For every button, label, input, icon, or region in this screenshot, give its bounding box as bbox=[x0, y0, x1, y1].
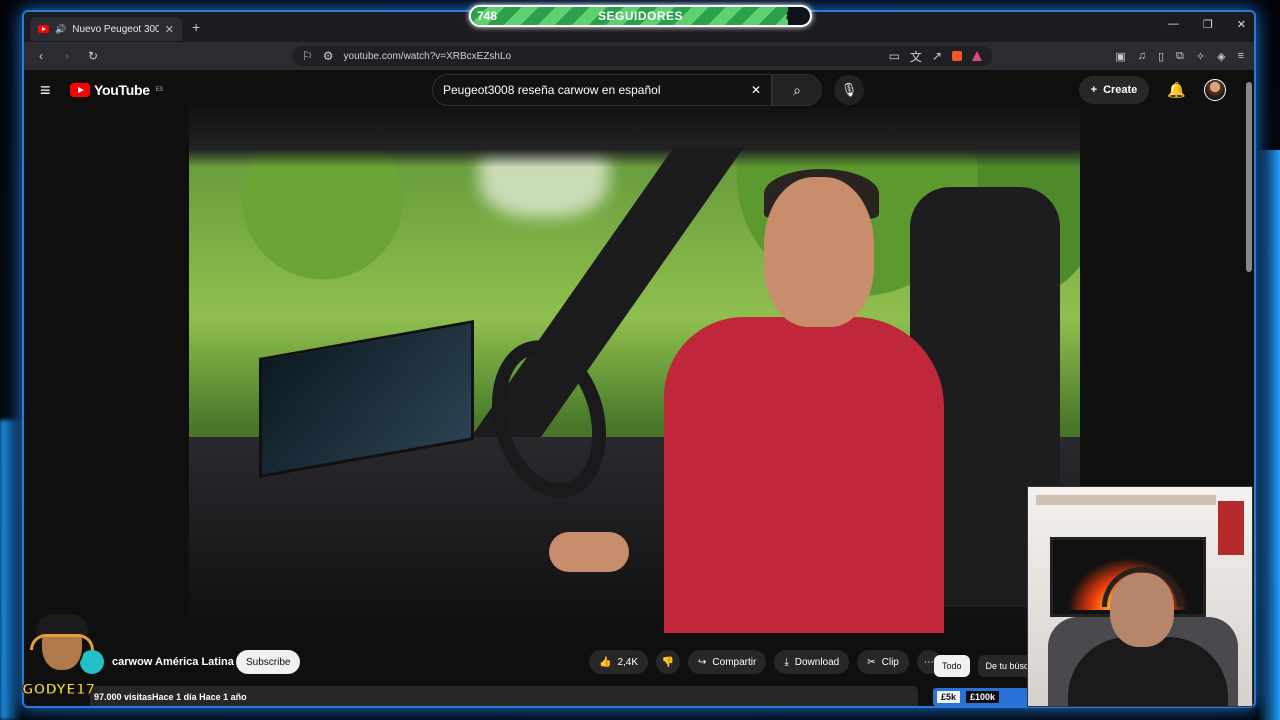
create-button[interactable]: + Create bbox=[1078, 76, 1150, 104]
forward-icon[interactable]: › bbox=[60, 49, 74, 63]
clear-search-icon[interactable]: ✕ bbox=[751, 83, 761, 97]
leo-ai-icon[interactable]: ✧ bbox=[1196, 50, 1205, 63]
scissors-icon: ✂ bbox=[867, 656, 876, 668]
youtube-logo[interactable]: YouTube ES bbox=[70, 82, 163, 98]
header-actions: + Create 🔔 bbox=[1078, 76, 1226, 104]
account-avatar[interactable] bbox=[1204, 79, 1226, 101]
share-icon: ↪ bbox=[698, 656, 707, 668]
streamer-logo: GODYE17 bbox=[22, 612, 102, 708]
share-button[interactable]: ↪ Compartir bbox=[688, 650, 767, 674]
browser-menu-icon[interactable]: ≡ bbox=[1238, 50, 1244, 63]
video-actions: 👍 2,4K 👎 ↪ Compartir ⤓ Download ✂ Clip ⋯ bbox=[589, 650, 941, 674]
related-badge-100k: £100k bbox=[966, 691, 1000, 703]
related-filter-chips: Todo De tu búsq bbox=[934, 655, 1038, 677]
cast-icon[interactable]: ▭ bbox=[889, 49, 900, 63]
rewards-icon[interactable] bbox=[972, 51, 982, 61]
related-badge-5k: £5k bbox=[937, 691, 961, 703]
sidebar-icon[interactable]: ▯ bbox=[1158, 50, 1164, 63]
dislike-button[interactable]: 👎 bbox=[656, 650, 681, 674]
download-button[interactable]: ⤓ Download bbox=[774, 650, 850, 674]
webcam-shelf bbox=[1036, 495, 1216, 505]
new-tab-button[interactable]: + bbox=[192, 19, 200, 35]
window-controls: — ❐ ✕ bbox=[1168, 18, 1246, 31]
clip-button[interactable]: ✂ Clip bbox=[857, 650, 909, 674]
speaker-icon: 🔊 bbox=[55, 23, 67, 34]
follower-goal: 800 bbox=[785, 9, 806, 23]
page-scrollbar[interactable] bbox=[1246, 82, 1252, 272]
thumbs-up-icon: 👍 bbox=[599, 656, 612, 668]
search-bar: Peugeot3008 reseña carwow en español ✕ ⌕… bbox=[432, 74, 864, 106]
follower-count: 748 bbox=[477, 9, 498, 23]
chip-all[interactable]: Todo bbox=[934, 655, 970, 677]
search-button[interactable]: ⌕ bbox=[772, 74, 822, 106]
tab-close-icon[interactable]: ✕ bbox=[165, 23, 174, 36]
reload-icon[interactable]: ↻ bbox=[86, 49, 100, 63]
video-player[interactable] bbox=[189, 107, 1080, 633]
search-input[interactable]: Peugeot3008 reseña carwow en español ✕ bbox=[432, 74, 772, 106]
streamer-logo-cap bbox=[36, 614, 88, 636]
share-label: Compartir bbox=[712, 656, 757, 668]
wallet-icon[interactable]: ▣ bbox=[1115, 50, 1125, 63]
description-box[interactable]: 97.000 visitasHace 1 día Hace 1 año bbox=[90, 686, 918, 706]
thumbs-down-icon: 👎 bbox=[661, 656, 675, 668]
search-query: Peugeot3008 reseña carwow en español bbox=[443, 83, 661, 97]
restore-icon[interactable]: ❐ bbox=[1203, 18, 1213, 31]
url-text: youtube.com/watch?v=XRBcxEZshLo bbox=[343, 50, 512, 62]
neon-glow-right bbox=[1258, 150, 1280, 720]
subscribe-button[interactable]: Subscribe bbox=[236, 650, 301, 674]
vpn-icon[interactable]: ◈ bbox=[1217, 50, 1225, 63]
follower-goal-label: SEGUIDORES bbox=[597, 9, 683, 23]
extensions-icon[interactable]: ⧉ bbox=[1176, 50, 1184, 63]
close-window-icon[interactable]: ✕ bbox=[1237, 18, 1246, 31]
stream-stage: 🔊 Nuevo Peugeot 3008 reseña ✕ + — ❐ ✕ ‹ … bbox=[0, 0, 1280, 720]
brave-shield-icon[interactable] bbox=[952, 51, 962, 61]
create-label: Create bbox=[1103, 84, 1138, 96]
youtube-favicon-icon bbox=[38, 25, 49, 33]
headphones-icon bbox=[30, 634, 94, 650]
webcam-feed bbox=[1027, 486, 1253, 707]
address-bar: ‹ › ↻ ⚐ ⚙ youtube.com/watch?v=XRBcxEZshL… bbox=[24, 42, 1254, 70]
youtube-header: ≡ YouTube ES Peugeot3008 reseña carwow e… bbox=[24, 70, 1254, 110]
region-code: ES bbox=[155, 87, 164, 93]
webcam-poster bbox=[1218, 501, 1244, 555]
music-icon[interactable]: ♫ bbox=[1138, 50, 1146, 63]
clip-label: Clip bbox=[881, 656, 899, 668]
streamer-name: GODYE17 bbox=[22, 682, 96, 699]
channel-name[interactable]: carwow América Latina bbox=[112, 656, 234, 668]
minimize-icon[interactable]: — bbox=[1168, 18, 1179, 31]
browser-toolbar: ▣ ♫ ▯ ⧉ ✧ ◈ ≡ bbox=[1115, 50, 1244, 63]
neon-glow-left bbox=[0, 420, 22, 720]
bookmark-icon[interactable]: ⚐ bbox=[302, 49, 313, 63]
video-frame-hand bbox=[549, 532, 629, 572]
voice-search-button[interactable]: 🎙 bbox=[834, 75, 864, 105]
download-icon: ⤓ bbox=[784, 656, 789, 668]
plus-icon: + bbox=[1090, 84, 1098, 96]
url-field[interactable]: ⚐ ⚙ youtube.com/watch?v=XRBcxEZshLo ▭ 文 … bbox=[292, 46, 992, 66]
more-icon: ⋯ bbox=[923, 656, 934, 668]
search-icon: ⌕ bbox=[793, 81, 801, 98]
follower-goal-bar: SEGUIDORES 748 800 bbox=[469, 5, 812, 27]
youtube-play-icon bbox=[70, 83, 90, 97]
hamburger-menu-icon[interactable]: ≡ bbox=[40, 80, 70, 101]
like-count: 2,4K bbox=[617, 656, 639, 668]
back-icon[interactable]: ‹ bbox=[34, 49, 48, 63]
video-frame-roof bbox=[189, 107, 1080, 167]
translate-icon[interactable]: 文 bbox=[910, 48, 922, 65]
video-frame-face bbox=[764, 177, 874, 327]
tab-title: Nuevo Peugeot 3008 reseña bbox=[72, 23, 159, 35]
like-button[interactable]: 👍 2,4K bbox=[589, 650, 649, 674]
notifications-bell-icon[interactable]: 🔔 bbox=[1167, 81, 1186, 99]
site-settings-icon[interactable]: ⚙ bbox=[323, 49, 334, 63]
youtube-logo-text: YouTube bbox=[94, 82, 150, 98]
browser-tab[interactable]: 🔊 Nuevo Peugeot 3008 reseña ✕ bbox=[30, 17, 182, 41]
download-label: Download bbox=[794, 656, 840, 668]
video-frame-presenter bbox=[664, 317, 944, 633]
microphone-icon: 🎙 bbox=[840, 82, 858, 97]
share-page-icon[interactable]: ↗ bbox=[932, 49, 942, 63]
